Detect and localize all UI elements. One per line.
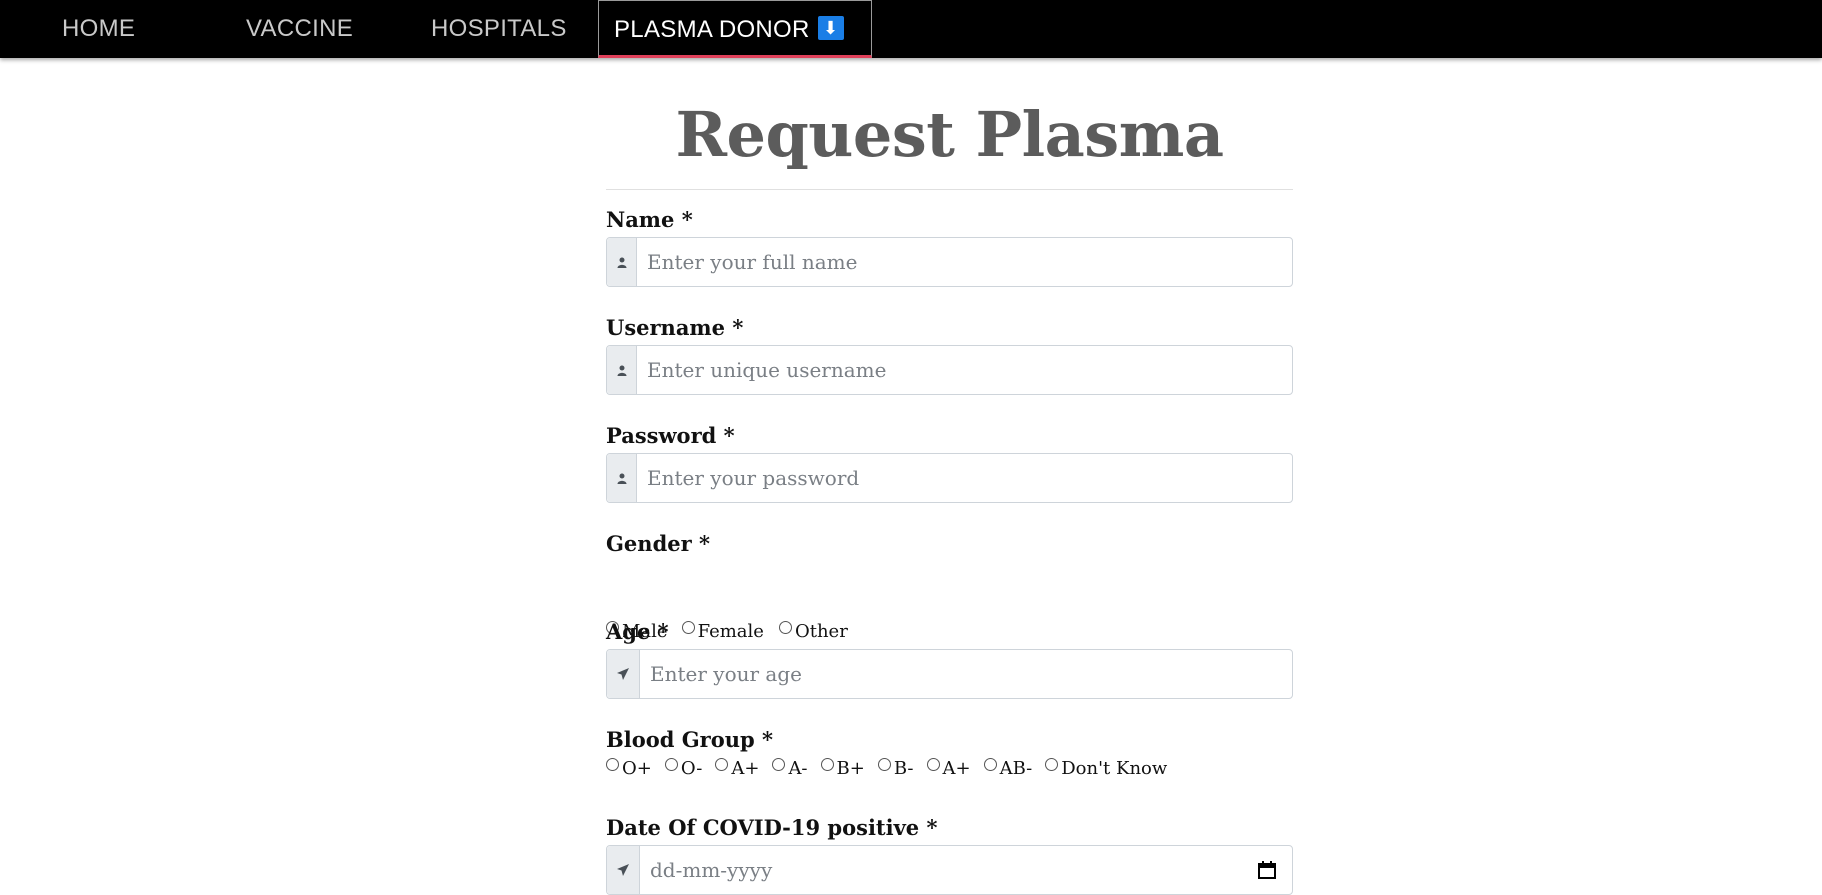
top-navbar: HOME VACCINE HOSPITALS PLASMA DONOR ⬇: [0, 0, 1822, 58]
blood-option-a-neg[interactable]: A-: [772, 758, 808, 779]
gender-option-female[interactable]: Female: [681, 621, 764, 642]
password-input-group: [606, 453, 1293, 503]
user-icon: [607, 454, 637, 502]
blood-option-dont-know[interactable]: Don't Know: [1045, 758, 1167, 779]
radio-button[interactable]: [778, 621, 792, 634]
covid-date-label: Date Of COVID-19 positive *: [606, 815, 938, 840]
radio-button[interactable]: [664, 758, 678, 771]
username-input-group: [606, 345, 1293, 395]
blood-group-label: Blood Group *: [606, 727, 773, 752]
radio-button[interactable]: [772, 758, 786, 771]
covid-date-input-group: [606, 845, 1293, 895]
blood-option-ab-neg[interactable]: AB-: [983, 758, 1032, 779]
nav-vaccine[interactable]: VACCINE: [246, 0, 353, 58]
nav-home[interactable]: HOME: [62, 0, 135, 58]
calendar-icon[interactable]: [1252, 846, 1282, 894]
name-input[interactable]: [637, 238, 1292, 286]
blood-option-o-neg[interactable]: O-: [664, 758, 702, 779]
radio-button[interactable]: [820, 758, 834, 771]
nav-plasma-donor[interactable]: PLASMA DONOR ⬇: [598, 0, 872, 58]
name-label: Name *: [606, 207, 693, 232]
paper-plane-icon: [607, 650, 640, 698]
radio-button[interactable]: [681, 621, 695, 634]
user-icon: [607, 238, 637, 286]
covid-date-input[interactable]: [640, 846, 1252, 894]
age-input[interactable]: [640, 650, 1292, 698]
blood-option-b-pos[interactable]: B+: [820, 758, 865, 779]
down-arrow-icon: ⬇: [817, 15, 844, 40]
radio-button[interactable]: [983, 758, 997, 771]
radio-button[interactable]: [926, 758, 940, 771]
age-input-group: [606, 649, 1293, 699]
radio-button[interactable]: [715, 758, 729, 771]
radio-button[interactable]: [877, 758, 891, 771]
blood-option-a-pos[interactable]: A+: [715, 758, 759, 779]
title-divider: [606, 189, 1293, 190]
blood-option-a-pos-2[interactable]: A+: [926, 758, 971, 779]
username-label: Username *: [606, 315, 744, 340]
blood-option-b-neg[interactable]: B-: [877, 758, 914, 779]
page-title: Request Plasma: [675, 98, 1224, 171]
radio-button[interactable]: [1045, 758, 1059, 771]
paper-plane-icon: [607, 846, 640, 894]
blood-option-o-pos[interactable]: O+: [606, 758, 652, 779]
blood-group-options: O+ O- A+ A- B+ B- A+ AB- Don't Know: [606, 758, 1167, 779]
password-label: Password *: [606, 423, 735, 448]
age-label: Age *: [606, 619, 669, 644]
name-input-group: [606, 237, 1293, 287]
radio-button[interactable]: [606, 758, 619, 771]
nav-plasma-donor-label: PLASMA DONOR: [614, 16, 810, 43]
password-input[interactable]: [637, 454, 1292, 502]
gender-label: Gender *: [606, 531, 710, 556]
username-input[interactable]: [637, 346, 1292, 394]
user-icon: [607, 346, 637, 394]
nav-hospitals[interactable]: HOSPITALS: [431, 0, 567, 58]
gender-option-other[interactable]: Other: [778, 621, 848, 642]
